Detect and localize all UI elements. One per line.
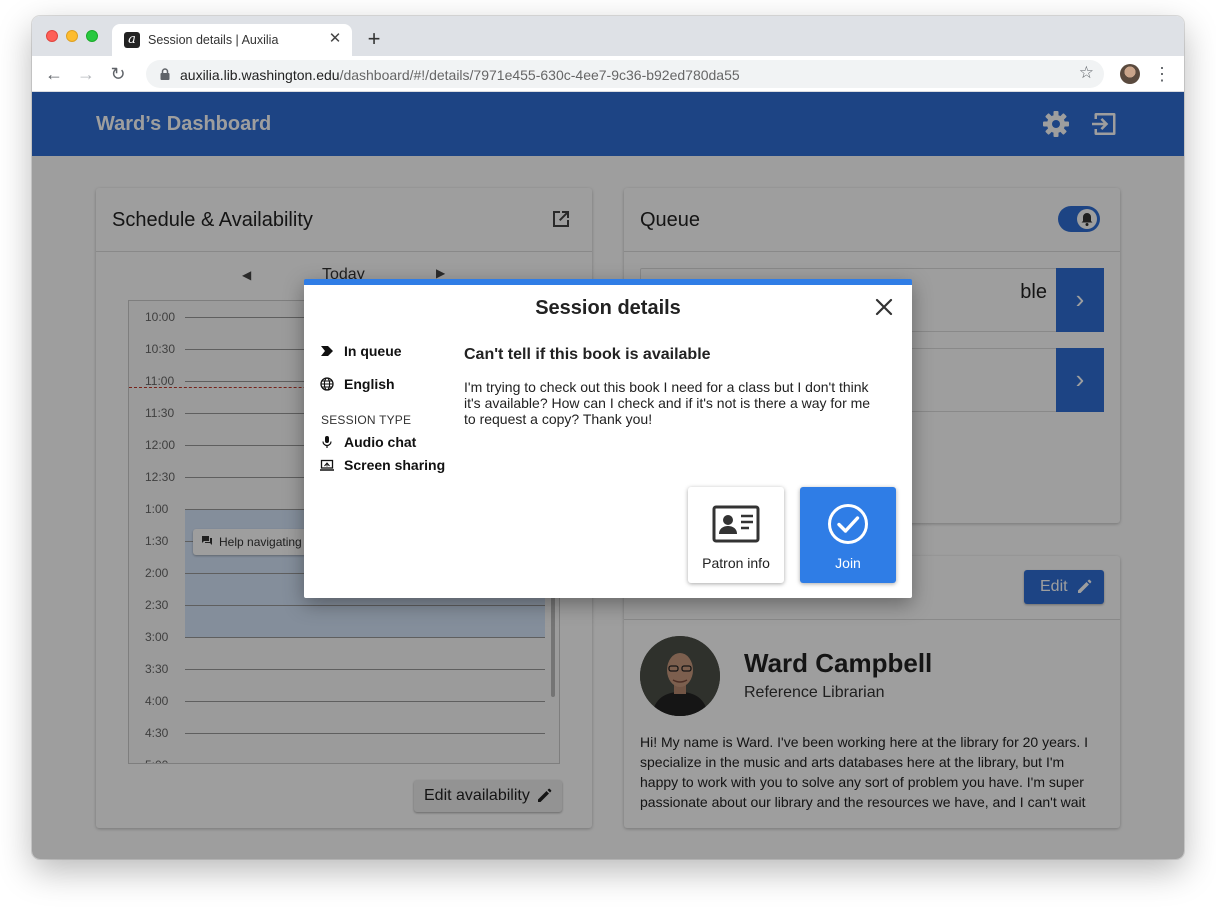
join-button[interactable]: Join xyxy=(800,487,896,583)
check-circle-icon xyxy=(828,504,868,544)
profile-avatar-icon[interactable] xyxy=(1120,64,1140,84)
patron-info-button[interactable]: Patron info xyxy=(688,487,784,583)
question-body: I'm trying to check out this book I need… xyxy=(464,379,871,427)
auxilia-favicon-icon: a xyxy=(124,32,140,48)
patron-info-label: Patron info xyxy=(702,555,770,571)
lock-icon xyxy=(160,68,170,80)
queue-status-icon xyxy=(321,346,333,356)
tab-strip: a Session details | Auxilia ✕ + xyxy=(32,16,1184,56)
session-type-heading: SESSION TYPE xyxy=(321,413,412,427)
session-type-screen: Screen sharing xyxy=(344,457,446,473)
page: Ward’s Dashboard Schedule & Availability… xyxy=(32,92,1184,859)
maximize-window-button[interactable] xyxy=(86,30,98,42)
close-icon[interactable] xyxy=(872,295,896,319)
url-host: auxilia.lib.washington.edu xyxy=(180,67,340,83)
chrome-menu-icon[interactable]: ⋮ xyxy=(1152,62,1172,86)
id-card-icon xyxy=(712,505,760,543)
bookmark-star-icon[interactable]: ☆ xyxy=(1079,63,1094,83)
browser-toolbar: ← → ↻ auxilia.lib.washington.edu/dashboa… xyxy=(32,56,1184,92)
address-bar[interactable]: auxilia.lib.washington.edu/dashboard/#!/… xyxy=(146,60,1104,88)
new-tab-icon[interactable]: + xyxy=(362,28,386,52)
microphone-icon xyxy=(322,436,332,448)
join-label: Join xyxy=(835,555,861,571)
status-text: In queue xyxy=(344,343,402,359)
browser-tab[interactable]: a Session details | Auxilia ✕ xyxy=(112,24,352,56)
url-path: /dashboard/#!/details/7971e455-630c-4ee7… xyxy=(339,67,740,83)
tab-title: Session details | Auxilia xyxy=(148,33,279,47)
dialog-title: Session details xyxy=(535,297,681,319)
back-arrow-icon[interactable]: ← xyxy=(42,62,66,86)
session-details-dialog: Session details In queue English SESSION… xyxy=(304,279,912,598)
globe-icon xyxy=(320,377,334,391)
url-text: auxilia.lib.washington.edu/dashboard/#!/… xyxy=(180,67,740,83)
language-text: English xyxy=(344,376,395,392)
close-window-button[interactable] xyxy=(46,30,58,42)
reload-icon[interactable]: ↻ xyxy=(106,62,130,86)
screen-share-icon xyxy=(320,459,334,471)
browser-window: a Session details | Auxilia ✕ + ← → ↻ au… xyxy=(32,16,1184,859)
session-type-audio: Audio chat xyxy=(344,434,417,450)
question-title: Can't tell if this book is available xyxy=(464,346,711,363)
tab-close-icon[interactable]: ✕ xyxy=(326,30,344,48)
minimize-window-button[interactable] xyxy=(66,30,78,42)
forward-arrow-icon[interactable]: → xyxy=(74,62,98,86)
